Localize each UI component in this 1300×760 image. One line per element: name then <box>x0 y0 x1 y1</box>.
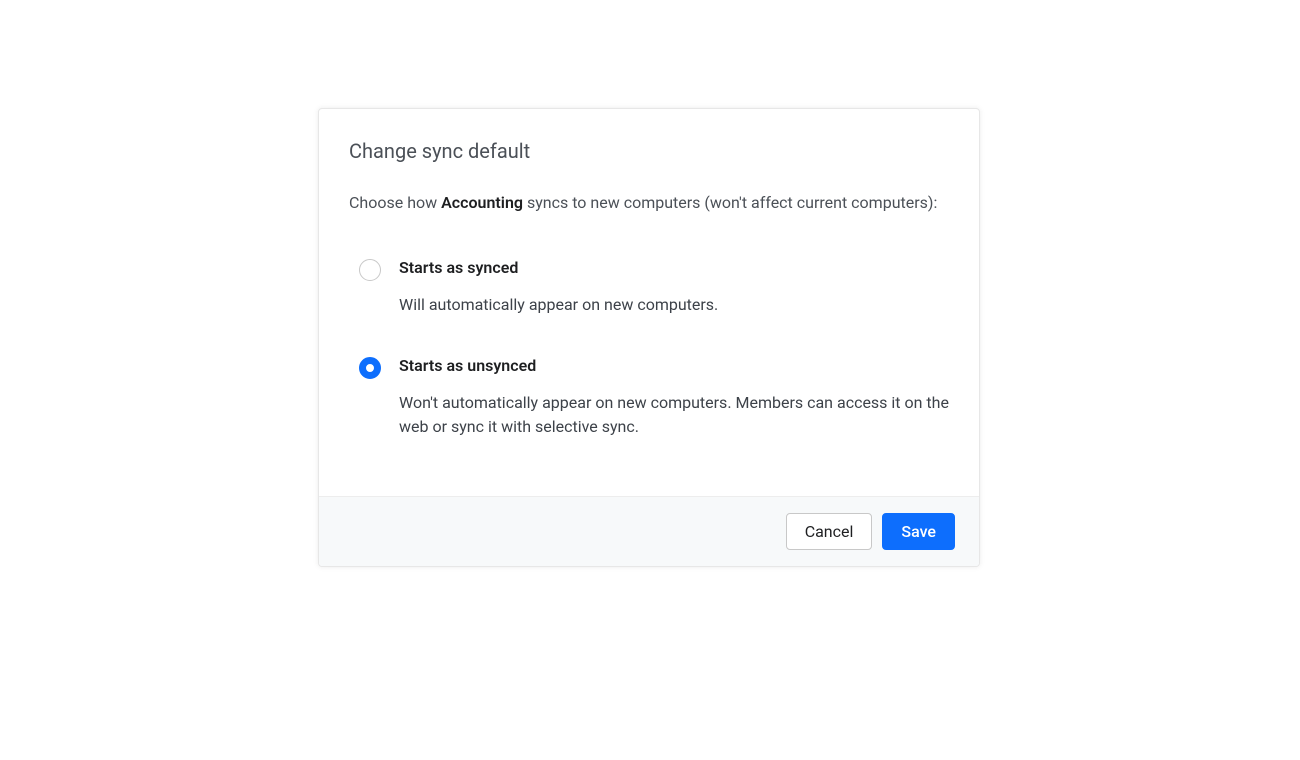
desc-suffix: syncs to new computers (won't affect cur… <box>523 193 937 212</box>
radio-label: Starts as synced <box>399 258 949 277</box>
dialog-footer: Cancel Save <box>319 496 979 566</box>
radio-input-starts-unsynced[interactable] <box>359 357 381 379</box>
radio-text: Starts as unsynced Won't automatically a… <box>399 356 949 441</box>
cancel-button[interactable]: Cancel <box>786 513 873 550</box>
save-button[interactable]: Save <box>882 513 955 550</box>
desc-prefix: Choose how <box>349 193 441 212</box>
radio-option-starts-unsynced[interactable]: Starts as unsynced Won't automatically a… <box>349 356 949 441</box>
radio-sublabel: Will automatically appear on new compute… <box>399 293 949 318</box>
dialog-body: Change sync default Choose how Accountin… <box>319 109 979 496</box>
desc-folder-name: Accounting <box>441 193 523 212</box>
radio-input-starts-synced[interactable] <box>359 259 381 281</box>
dialog-title: Change sync default <box>349 139 949 163</box>
radio-option-starts-synced[interactable]: Starts as synced Will automatically appe… <box>349 258 949 318</box>
radio-text: Starts as synced Will automatically appe… <box>399 258 949 318</box>
radio-label: Starts as unsynced <box>399 356 949 375</box>
radio-sublabel: Won't automatically appear on new comput… <box>399 391 949 441</box>
change-sync-default-dialog: Change sync default Choose how Accountin… <box>318 108 980 567</box>
dialog-description: Choose how Accounting syncs to new compu… <box>349 191 949 216</box>
